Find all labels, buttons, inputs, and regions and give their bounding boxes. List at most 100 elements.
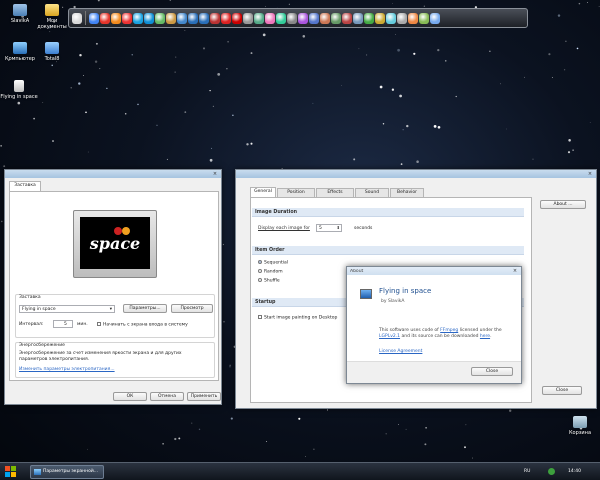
windows-logo-icon[interactable] <box>5 466 17 478</box>
power-settings-link[interactable]: Изменить параметры электропитания... <box>19 367 115 372</box>
media-icon[interactable] <box>221 12 231 24</box>
close-icon[interactable]: × <box>587 171 593 177</box>
license-agreement-link[interactable]: License Agreement <box>379 349 422 354</box>
app-icon[interactable] <box>353 12 363 24</box>
clock[interactable]: 14:40 <box>568 469 581 474</box>
order-option-random[interactable]: Random <box>258 269 283 275</box>
monitor-preview: space <box>73 210 157 278</box>
app-icon[interactable] <box>408 12 418 24</box>
chrome-icon[interactable] <box>89 12 99 24</box>
desktop-icon-computer[interactable]: Компьютер <box>2 42 38 62</box>
screensaver-select[interactable]: Flying in space ▾ <box>19 305 115 313</box>
app-icon[interactable] <box>386 12 396 24</box>
ok-button[interactable]: ОК <box>113 392 147 401</box>
star <box>51 64 53 67</box>
desktop-icon-flying-in-space[interactable]: Flying in space <box>0 80 38 100</box>
app-icon[interactable] <box>265 12 275 24</box>
star <box>288 3 290 5</box>
skype-icon[interactable] <box>133 12 143 24</box>
ffmpeg-link[interactable]: FFmpeg <box>440 328 458 333</box>
source-link[interactable]: here <box>480 334 490 339</box>
language-indicator[interactable]: RU <box>524 469 530 474</box>
preview-button[interactable]: Просмотр <box>171 304 213 313</box>
yandex-icon[interactable] <box>122 12 132 24</box>
app-icon[interactable] <box>320 12 330 24</box>
spinner-icon[interactable]: ⬍ <box>337 224 340 231</box>
radio[interactable] <box>258 278 262 282</box>
tab-screensaver[interactable]: Заставка <box>9 181 41 191</box>
app-icon[interactable] <box>254 12 264 24</box>
radio[interactable] <box>258 269 262 273</box>
app-icon[interactable] <box>155 12 165 24</box>
about-app-name: Flying in space <box>379 287 432 295</box>
about-description: This software uses code of FFmpeg licens… <box>379 328 502 339</box>
startup-checkbox[interactable]: Start image painting on Desktop <box>258 315 337 321</box>
app-icon[interactable] <box>276 12 286 24</box>
app-icon[interactable] <box>298 12 308 24</box>
app-icon[interactable] <box>177 12 187 24</box>
app-icon[interactable] <box>397 12 407 24</box>
preview-screen: space <box>80 217 150 269</box>
tab-behavior[interactable]: Behavior <box>390 188 424 197</box>
about-button[interactable]: About ... <box>540 200 586 209</box>
star <box>250 52 253 55</box>
network-icon[interactable] <box>548 468 555 475</box>
star <box>353 158 356 161</box>
checkbox-box[interactable] <box>97 322 101 326</box>
tab-position[interactable]: Position <box>277 188 315 197</box>
photoshop-icon[interactable] <box>199 12 209 24</box>
apply-button[interactable]: Применить <box>187 392 221 401</box>
app-icon[interactable] <box>375 12 385 24</box>
desktop-icon-documents[interactable]: Мои документы <box>34 4 70 30</box>
app-icon[interactable] <box>309 12 319 24</box>
order-option-shuffle[interactable]: Shuffle <box>258 278 280 284</box>
order-option-sequential[interactable]: Sequential <box>258 260 288 266</box>
opera-icon[interactable] <box>100 12 110 24</box>
image-duration-header: Image Duration <box>252 208 524 217</box>
interval-unit: мин. <box>77 322 88 327</box>
desktop-icon-slavika[interactable]: SlavikA <box>2 4 38 24</box>
app-icon[interactable] <box>243 12 253 24</box>
interval-input[interactable]: 5 <box>53 320 73 328</box>
photoshop-icon[interactable] <box>188 12 198 24</box>
close-button[interactable]: Close <box>542 386 582 395</box>
app-icon[interactable] <box>331 12 341 24</box>
app-icon[interactable] <box>287 12 297 24</box>
screensaver-dialog: × Заставка space Заставка Flying in spac… <box>4 169 222 405</box>
taskbar-task[interactable]: Параметры экранной... <box>30 465 104 479</box>
logon-checkbox[interactable]: Начинать с экрана входа в систему <box>97 322 188 328</box>
display-duration-input[interactable]: 5 ⬍ <box>316 224 342 232</box>
tab-general[interactable]: General <box>250 187 276 197</box>
star <box>202 47 206 50</box>
app-icon[interactable] <box>430 12 440 24</box>
app-icon[interactable] <box>419 12 429 24</box>
firefox-icon[interactable] <box>111 12 121 24</box>
desktop-icon-recycle-bin[interactable]: Корзина <box>562 416 598 436</box>
user-icon[interactable] <box>72 12 82 24</box>
tab-sound[interactable]: Sound <box>355 188 389 197</box>
cancel-button[interactable]: Отмена <box>150 392 184 401</box>
desktop-icon-total[interactable]: Total8 <box>34 42 70 62</box>
settings-window-titlebar[interactable]: × <box>236 170 596 178</box>
app-icon[interactable] <box>342 12 352 24</box>
parameters-button[interactable]: Параметры... <box>123 304 167 313</box>
star <box>49 31 51 33</box>
tab-effects[interactable]: Effects <box>316 188 354 197</box>
star <box>229 364 231 366</box>
about-dialog-titlebar[interactable]: About × <box>347 267 521 275</box>
screensaver-dialog-titlebar[interactable]: × <box>5 170 221 178</box>
close-icon[interactable]: × <box>512 268 518 274</box>
about-close-button[interactable]: Close <box>471 367 513 376</box>
app-icon[interactable] <box>210 12 220 24</box>
radio-selected[interactable] <box>258 260 262 264</box>
media-icon[interactable] <box>232 12 242 24</box>
star <box>397 424 399 426</box>
dock-bar <box>68 8 528 28</box>
lgpl-link[interactable]: LGPLv2.1 <box>379 334 400 339</box>
user-folder-icon <box>13 4 27 16</box>
checkbox-box[interactable] <box>258 315 262 319</box>
app-icon[interactable] <box>364 12 374 24</box>
close-icon[interactable]: × <box>212 171 218 177</box>
skype-alt-icon[interactable] <box>144 12 154 24</box>
app-icon[interactable] <box>166 12 176 24</box>
